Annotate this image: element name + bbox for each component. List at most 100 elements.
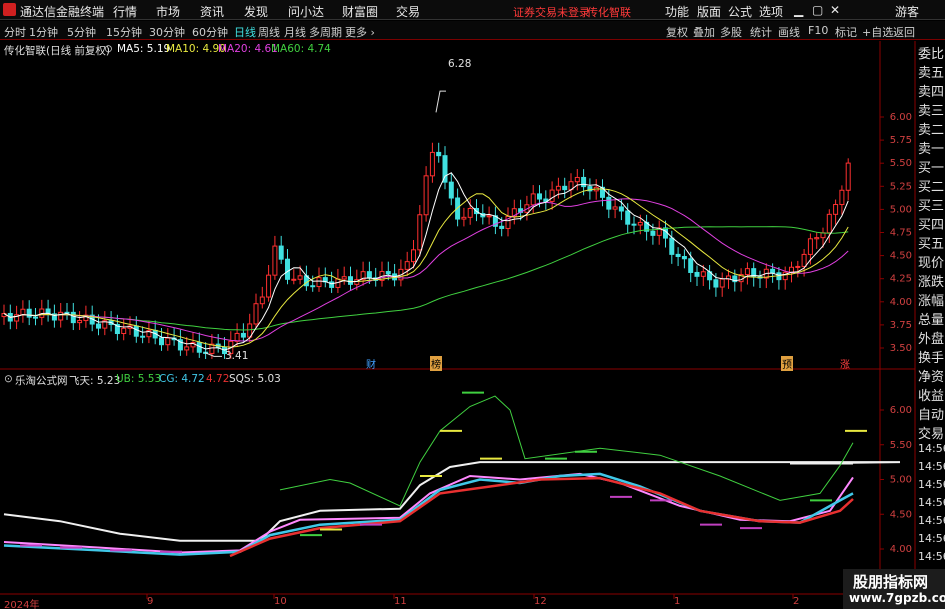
candle-body [266,274,272,298]
candle-body [549,189,555,202]
candle-body [631,223,637,226]
candle-body [133,325,139,337]
y-tick-label: 5.75 [890,135,912,146]
x-label: 11 [394,596,407,607]
candle-body [713,279,719,288]
watermark-title: 股朋指标网 [853,573,929,591]
finance-tag[interactable]: 财 [366,356,376,371]
candle-body [826,213,832,234]
side-trade[interactable]: 交易 [918,423,944,442]
candle-body [530,193,536,206]
y-tick-label: 5.50 [890,440,912,451]
side-sell3: 卖三 [918,104,945,119]
candle-body [184,346,190,351]
x-label: 1 [674,596,681,607]
candle-body [795,265,801,268]
y-tick-label: 4.25 [890,274,912,285]
candle-body [121,327,127,335]
candle-body [329,281,335,288]
candle-body [744,268,750,276]
y-tick-label: 4.00 [890,544,912,555]
side-time: 14:56 [918,532,945,545]
candle-body [20,308,26,316]
side-time: 14:56 [918,496,945,509]
candle-body [467,207,473,218]
y-tick-label: 4.75 [890,228,912,239]
chart-canvas[interactable]: 6.00 5.75 5.50 5.25 5.00 4.75 4.50 4.25 4.00 3.75… [0,0,945,609]
candle-body [669,237,675,255]
candle-body [140,335,146,338]
y-tick-label: 6.00 [890,405,912,416]
side-sell1: 卖一 [918,142,945,157]
candle-body [770,268,776,274]
side-sell2: 卖二 [918,123,945,138]
side-net-assets: 净资 [918,370,945,385]
candle-body [285,258,290,280]
side-time: 14:56 [918,514,945,527]
cg-value: CG: 4.72 [159,373,205,385]
candle-body [789,266,794,273]
y-tick-label: 3.50 [890,343,912,354]
side-time: 14:56 [918,478,945,491]
ranking-tag[interactable]: 榜 [430,356,442,371]
y-tick-label: 5.25 [890,181,912,192]
side-earnings: 收益 [918,389,945,404]
candle-body [719,278,725,288]
toggle-icon[interactable]: ⊙ [4,373,13,385]
low-price-label: 3.41 [225,350,249,362]
watermark-url: www.7gpzb.com [849,591,945,605]
candle-body [385,271,391,275]
side-auto[interactable]: 自动 [918,404,944,423]
y-tick-label: 5.50 [890,158,912,169]
ma60-label: MA60: 4.74 [271,43,331,55]
high-price-label: 6.28 [448,58,472,70]
side-weibi: 委比 [918,47,945,62]
side-time: 14:56 [918,442,945,455]
sqs-value: SQS: 5.03 [229,373,281,385]
sqs-line [3,472,854,554]
candle-body [801,253,807,267]
side-price: 现价 [918,256,945,271]
candle-body [297,275,303,280]
x-label: 2 [793,596,800,607]
candle-body [581,176,587,188]
y-tick-label: 6.00 [890,112,912,123]
ub-line [279,395,854,507]
forecast-tag[interactable]: 预 [781,356,793,371]
main-chart-title: 传化智联(日线 前复权) [4,45,111,57]
red-line-value: 4.72 [206,373,230,385]
limit-up-tag[interactable]: 涨 [840,356,850,371]
y-tick-label: 3.75 [890,320,912,331]
candle-body [278,245,284,260]
x-label: 2024年 [4,600,40,609]
candle-body [436,151,442,157]
candle-body [341,276,347,280]
side-buy5: 买五 [918,237,945,252]
candle-body [26,308,32,318]
side-buy2: 买二 [918,180,945,195]
ma5-label: MA5: 5.19 [117,43,171,55]
candle-body [58,311,64,321]
candle-body [291,278,297,281]
x-label: 9 [147,596,154,607]
candle-body [807,238,813,255]
y-tick-label: 5.00 [890,204,912,215]
candle-body [814,237,820,240]
candle-body [310,285,316,288]
red-line [229,476,854,558]
side-sell4: 卖四 [918,85,945,100]
y-tick-label: 5.00 [890,475,912,486]
candle-body [366,271,372,279]
candle-body [234,332,240,342]
candle-body [240,332,246,338]
side-outer: 外盘 [918,332,945,347]
candle-body [461,216,467,220]
y-tick-label: 4.50 [890,251,912,262]
toggle-icon[interactable]: ⊙ [104,43,113,55]
candle-body [423,175,429,216]
side-time: 14:56 [918,460,945,473]
candle-body [537,193,542,200]
candle-body [429,151,435,177]
candle-body [637,221,643,226]
candle-body [404,261,410,270]
